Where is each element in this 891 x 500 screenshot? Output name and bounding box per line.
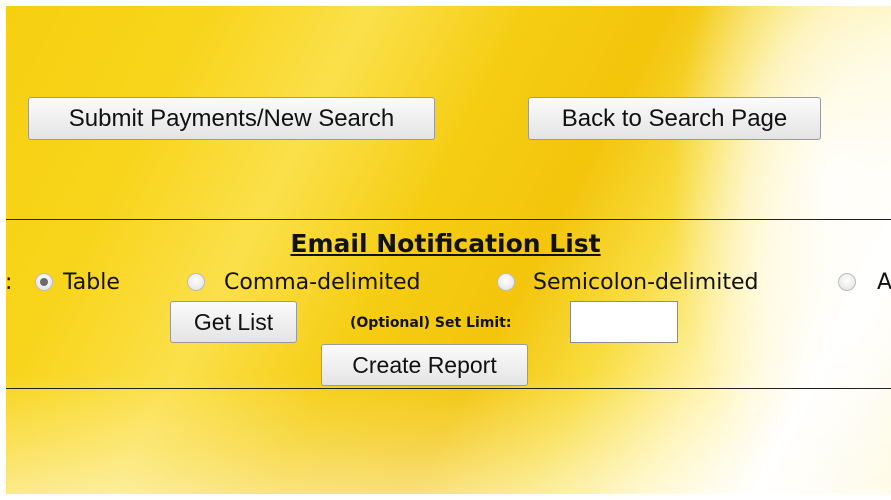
create-report-button[interactable]: Create Report — [321, 344, 528, 386]
radio-semicolon-delimited[interactable] — [497, 273, 515, 291]
radio-table[interactable] — [35, 273, 53, 291]
get-list-button[interactable]: Get List — [170, 301, 297, 343]
section-divider-top — [6, 219, 891, 220]
radio-a-label: A — [877, 270, 891, 295]
section-divider-bottom — [6, 388, 891, 389]
set-limit-label: (Optional) Set Limit: — [350, 315, 512, 331]
radio-comma-delimited[interactable] — [187, 273, 205, 291]
radio-comma-delimited-label: Comma-delimited — [224, 270, 421, 295]
format-prefix: : — [5, 270, 13, 295]
radio-a[interactable] — [838, 273, 856, 291]
back-to-search-page-button[interactable]: Back to Search Page — [528, 97, 821, 140]
format-radio-group: : Table Comma-delimited Semicolon-delimi… — [0, 266, 891, 300]
email-notification-list-title: Email Notification List — [290, 229, 601, 258]
radio-table-label: Table — [63, 270, 120, 295]
submit-payments-new-search-button[interactable]: Submit Payments/New Search — [28, 97, 435, 140]
set-limit-input[interactable] — [570, 301, 678, 343]
radio-semicolon-delimited-label: Semicolon-delimited — [533, 270, 759, 295]
